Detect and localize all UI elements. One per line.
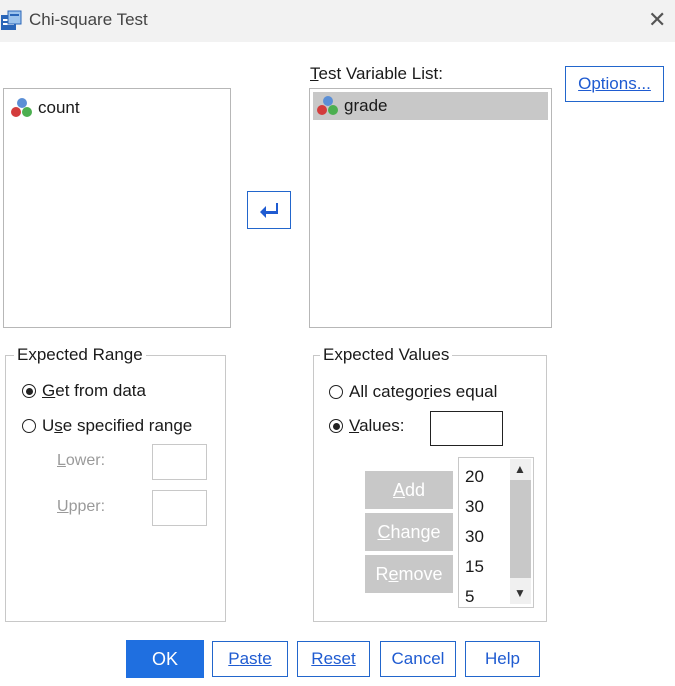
- lower-input: [152, 444, 207, 480]
- values-radio[interactable]: Values:: [329, 416, 404, 436]
- nominal-variable-icon: [11, 98, 32, 117]
- window-title: Chi-square Test: [29, 10, 148, 29]
- help-button[interactable]: Help: [465, 641, 540, 677]
- values-input[interactable]: [430, 411, 503, 446]
- lower-label: Lower:: [57, 452, 106, 469]
- upper-input: [152, 490, 207, 526]
- expected-range-title: Expected Range: [14, 345, 146, 365]
- radio-circle: [22, 384, 36, 398]
- list-item[interactable]: 30: [465, 527, 484, 547]
- upper-label: Upper:: [57, 498, 106, 515]
- list-item[interactable]: grade: [313, 92, 548, 120]
- get-from-data-radio[interactable]: Get from data: [22, 381, 146, 401]
- radio-circle: [329, 385, 343, 399]
- list-item-label: count: [38, 98, 80, 117]
- all-categories-equal-radio[interactable]: All categories equal: [329, 382, 497, 402]
- nominal-variable-icon: [317, 96, 338, 115]
- list-item[interactable]: 15: [465, 557, 484, 577]
- expected-values-title: Expected Values: [320, 345, 453, 365]
- remove-button[interactable]: Re move: [365, 555, 453, 593]
- scroll-down-icon[interactable]: ▼: [511, 584, 529, 602]
- close-icon[interactable]: ✕: [648, 6, 666, 34]
- list-item[interactable]: 20: [465, 467, 484, 487]
- change-button[interactable]: Change: [365, 513, 453, 551]
- list-item[interactable]: 30: [465, 497, 484, 517]
- source-variable-list[interactable]: count: [3, 88, 231, 328]
- app-icon: [1, 10, 22, 30]
- expected-values-list[interactable]: 20 30 30 15 5 ▲ ▼: [458, 457, 534, 608]
- scroll-up-icon[interactable]: ▲: [511, 460, 529, 478]
- test-variable-list[interactable]: grade: [309, 88, 552, 328]
- options-button[interactable]: Options...: [565, 66, 664, 102]
- add-button[interactable]: Add: [365, 471, 453, 509]
- reset-button[interactable]: Reset: [297, 641, 370, 677]
- move-variable-button[interactable]: [247, 191, 291, 229]
- cancel-button[interactable]: Cancel: [380, 641, 456, 677]
- list-item[interactable]: 5: [465, 587, 474, 607]
- list-item-label: grade: [344, 96, 388, 115]
- list-item[interactable]: count: [10, 94, 80, 122]
- test-variable-list-label: Test Variable List:: [310, 64, 443, 83]
- scrollbar-thumb[interactable]: [510, 480, 531, 578]
- arrow-left-icon: [260, 203, 278, 218]
- ok-button[interactable]: OK: [126, 640, 204, 678]
- use-specified-range-radio[interactable]: Use specified range: [22, 416, 192, 436]
- paste-button[interactable]: Paste: [212, 641, 288, 677]
- radio-circle: [22, 419, 36, 433]
- radio-circle: [329, 419, 343, 433]
